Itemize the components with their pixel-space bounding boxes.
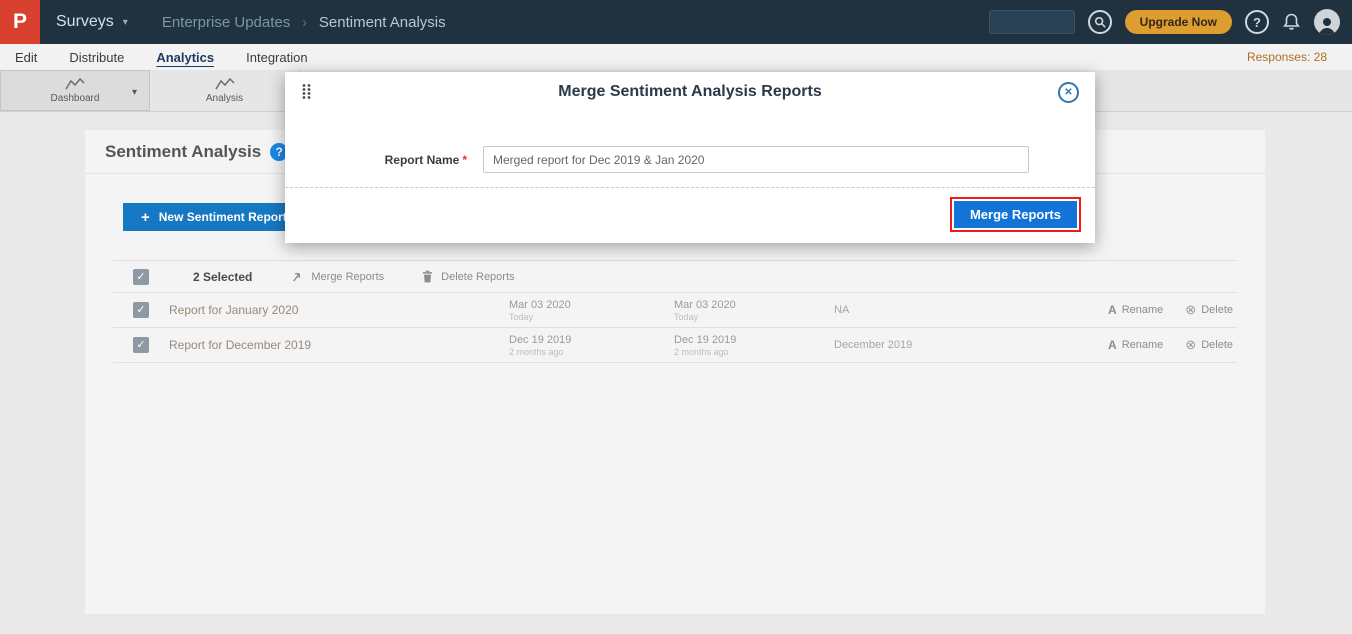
report-period: December 2019 [834, 339, 1094, 351]
notifications-icon[interactable] [1282, 12, 1301, 32]
merge-icon [290, 270, 303, 283]
created-date: Dec 19 2019 2 months ago [509, 334, 674, 357]
tab-analytics[interactable]: Analytics [156, 50, 214, 65]
row-checkbox[interactable]: ✓ [133, 302, 149, 318]
merge-action-label: Merge Reports [311, 271, 384, 283]
close-icon[interactable]: ✕ [1058, 82, 1079, 103]
chevron-down-icon: ▾ [123, 17, 128, 28]
merge-reports-dialog: Merge Sentiment Analysis Reports ✕ Repor… [285, 72, 1095, 243]
responses-count: Responses: 28 [1247, 50, 1327, 64]
new-report-label: New Sentiment Report [159, 210, 287, 224]
rename-action[interactable]: A Rename [1108, 302, 1163, 318]
reports-table: ✓ 2 Selected Merge Reports Delete Report… [113, 260, 1237, 363]
required-asterisk: * [462, 153, 467, 167]
topbar-search-input[interactable] [989, 10, 1075, 34]
plus-icon: + [141, 209, 150, 226]
delete-circle-icon: ⊗ [1185, 337, 1196, 353]
table-row: ✓ Report for December 2019 Dec 19 2019 2… [113, 328, 1237, 363]
rename-label: Rename [1122, 339, 1164, 351]
line-chart-icon [65, 77, 85, 91]
page-title: Sentiment Analysis [105, 142, 261, 162]
rename-icon: A [1108, 338, 1117, 352]
report-name-input[interactable] [483, 146, 1029, 173]
topbar-actions: Upgrade Now ? [989, 9, 1352, 35]
report-name: Report for December 2019 [169, 338, 509, 352]
tab-integration[interactable]: Integration [246, 50, 307, 65]
chevron-down-icon[interactable]: ▾ [132, 87, 137, 98]
delete-action-label: Delete Reports [441, 271, 514, 283]
report-period: NA [834, 304, 1094, 316]
delete-label: Delete [1201, 304, 1233, 316]
delete-circle-icon: ⊗ [1185, 302, 1196, 318]
drag-handle-icon[interactable] [301, 83, 312, 100]
app-logo[interactable]: P [0, 0, 40, 44]
breadcrumb: Enterprise Updates › Sentiment Analysis [162, 14, 446, 31]
top-bar: P Surveys ▾ Enterprise Updates › Sentime… [0, 0, 1352, 44]
table-row: ✓ Report for January 2020 Mar 03 2020 To… [113, 293, 1237, 328]
report-name: Report for January 2020 [169, 303, 509, 317]
survey-tabs-bar: Edit Distribute Analytics Integration Re… [0, 44, 1352, 70]
app-logo-letter: P [13, 10, 27, 34]
rename-label: Rename [1122, 304, 1164, 316]
toolbar-item-label: Dashboard [51, 93, 100, 104]
delete-reports-action[interactable]: Delete Reports [422, 270, 514, 283]
row-checkbox[interactable]: ✓ [133, 337, 149, 353]
merge-reports-action[interactable]: Merge Reports [290, 270, 384, 283]
trash-icon [422, 270, 433, 283]
toolbar-item-analysis[interactable]: Analysis [150, 70, 300, 111]
breadcrumb-separator-icon: › [302, 14, 307, 30]
report-name-label: Report Name* [285, 153, 467, 167]
modified-date: Dec 19 2019 2 months ago [674, 334, 834, 357]
search-icon[interactable] [1088, 10, 1112, 34]
merge-reports-submit-button[interactable]: Merge Reports [954, 201, 1077, 228]
avatar[interactable] [1314, 9, 1340, 35]
delete-action[interactable]: ⊗ Delete [1185, 302, 1233, 318]
breadcrumb-current: Sentiment Analysis [319, 14, 446, 31]
line-chart-icon [215, 77, 235, 91]
toolbar-item-dashboard[interactable]: Dashboard ▾ [0, 70, 150, 111]
selected-count: 2 Selected [193, 270, 252, 284]
rename-action[interactable]: A Rename [1108, 337, 1163, 353]
dialog-header: Merge Sentiment Analysis Reports ✕ [285, 72, 1095, 112]
delete-label: Delete [1201, 339, 1233, 351]
product-label: Surveys [56, 13, 114, 31]
tab-edit[interactable]: Edit [15, 50, 37, 65]
created-date: Mar 03 2020 Today [509, 299, 674, 322]
delete-action[interactable]: ⊗ Delete [1185, 337, 1233, 353]
report-name-field-row: Report Name* [285, 146, 1095, 173]
rename-icon: A [1108, 303, 1117, 317]
tab-distribute[interactable]: Distribute [69, 50, 124, 65]
dialog-title: Merge Sentiment Analysis Reports [558, 83, 821, 101]
toolbar-item-label: Analysis [206, 93, 243, 104]
page: P Surveys ▾ Enterprise Updates › Sentime… [0, 0, 1352, 634]
new-sentiment-report-button[interactable]: + New Sentiment Report [123, 203, 305, 231]
target-annotation-box: Merge Reports [950, 197, 1081, 232]
breadcrumb-survey-link[interactable]: Enterprise Updates [162, 14, 290, 31]
upgrade-button[interactable]: Upgrade Now [1125, 10, 1232, 34]
product-switcher[interactable]: Surveys ▾ [40, 13, 148, 31]
dialog-footer: Merge Reports [285, 187, 1095, 243]
help-icon[interactable]: ? [1245, 10, 1269, 34]
select-all-checkbox[interactable]: ✓ [133, 269, 149, 285]
selection-bar: ✓ 2 Selected Merge Reports Delete Report… [113, 261, 1237, 293]
modified-date: Mar 03 2020 Today [674, 299, 834, 322]
